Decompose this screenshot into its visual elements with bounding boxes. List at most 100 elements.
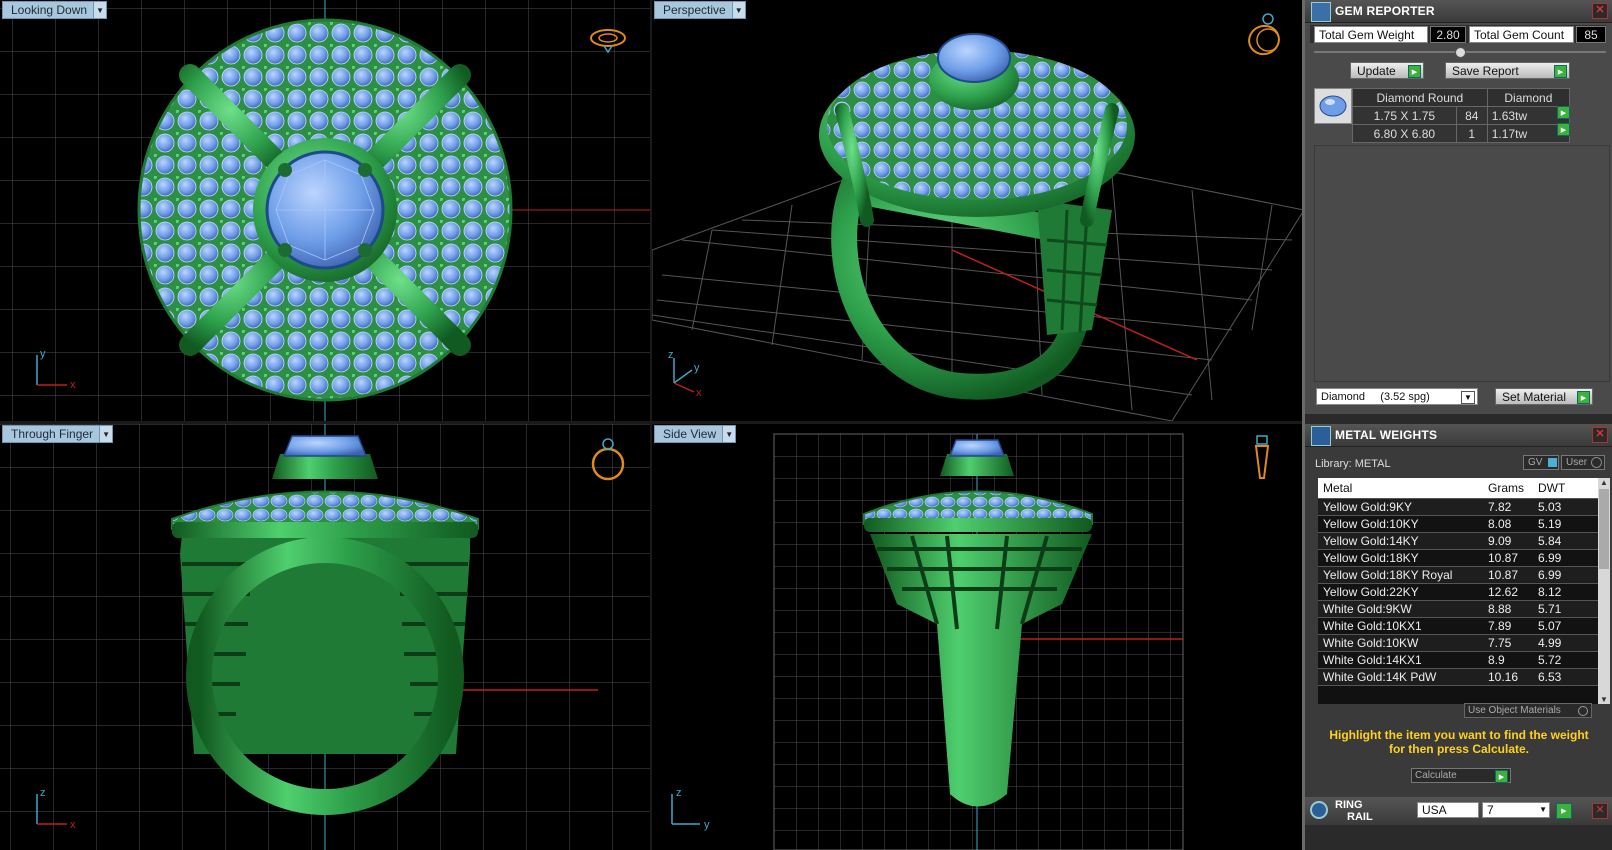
- update-button[interactable]: Update ▶: [1350, 62, 1424, 79]
- table-row[interactable]: Yellow Gold:18KY 10.87 6.99: [1318, 549, 1598, 567]
- table-row[interactable]: 6.80 X 6.80 1 1.17tw: [1352, 124, 1571, 143]
- viewport-through-finger[interactable]: z x Through Finger ▼: [0, 424, 650, 850]
- play-icon[interactable]: ▶: [1557, 106, 1570, 119]
- update-label: Update: [1357, 63, 1396, 78]
- metal-metal: Yellow Gold:9KY: [1318, 498, 1483, 516]
- set-material-button[interactable]: Set Material ▶: [1495, 388, 1593, 405]
- close-icon[interactable]: ✕: [1592, 427, 1608, 443]
- side-view-scene[interactable]: z y: [652, 424, 1304, 850]
- table-row[interactable]: 1.75 X 1.75 84 1.63tw: [1352, 106, 1571, 125]
- metal-dwt: 5.84: [1533, 532, 1598, 550]
- metal-dwt: 6.53: [1533, 668, 1598, 686]
- gem-slider-handle[interactable]: [1455, 47, 1466, 58]
- chevron-down-icon[interactable]: ▼: [1539, 805, 1547, 814]
- svg-text:x: x: [70, 819, 76, 831]
- svg-text:z: z: [40, 787, 46, 799]
- user-toggle[interactable]: User: [1561, 455, 1605, 470]
- metal-grams: 10.16: [1483, 668, 1533, 686]
- metal-table-scrollbar[interactable]: ▲ ▼: [1598, 478, 1610, 704]
- table-row[interactable]: Yellow Gold:9KY 7.82 5.03: [1318, 498, 1598, 516]
- country-input[interactable]: USA: [1417, 802, 1479, 818]
- table-row[interactable]: White Gold:9KW 8.88 5.71: [1318, 600, 1598, 618]
- looking-down-scene[interactable]: y x: [0, 0, 650, 421]
- close-icon[interactable]: ✕: [1592, 803, 1608, 819]
- metal-weights-header: METAL WEIGHTS ✕: [1305, 424, 1612, 447]
- viewport-looking-down[interactable]: y x Looking Down ▼: [0, 0, 650, 421]
- panel-divider[interactable]: [1302, 0, 1305, 850]
- scrollbar-thumb[interactable]: [1599, 489, 1609, 569]
- metal-dwt: 6.99: [1533, 549, 1598, 567]
- chevron-down-icon[interactable]: ▼: [1461, 391, 1475, 404]
- perspective-scene[interactable]: z y x: [652, 0, 1304, 421]
- metal-grams: 7.89: [1483, 617, 1533, 635]
- calculate-label: Calculate: [1415, 770, 1457, 781]
- metal-grams: 8.9: [1483, 651, 1533, 669]
- metal-metal: Yellow Gold:18KY Royal: [1318, 566, 1483, 584]
- chevron-down-icon[interactable]: ▼: [731, 2, 745, 18]
- ring-orientation-icon: [1248, 13, 1280, 56]
- table-row[interactable]: White Gold:10KW 7.75 4.99: [1318, 634, 1598, 652]
- metal-col-header: DWT: [1533, 478, 1598, 499]
- viewport-label-side-view[interactable]: Side View ▼: [654, 425, 737, 443]
- metal-col-header: Grams: [1483, 478, 1533, 499]
- metal-grams: 10.87: [1483, 549, 1533, 567]
- use-object-materials-label: Use Object Materials: [1468, 705, 1561, 716]
- calculate-button[interactable]: Calculate ▶: [1411, 768, 1511, 783]
- metal-metal: Yellow Gold:18KY: [1318, 549, 1483, 567]
- gem-size: 6.80 X 6.80: [1352, 124, 1457, 143]
- toggle-icon: [1591, 457, 1603, 468]
- viewport-title: Looking Down: [11, 3, 88, 17]
- user-label: User: [1566, 457, 1588, 468]
- chevron-down-icon[interactable]: ▼: [722, 426, 736, 442]
- svg-text:x: x: [70, 379, 76, 391]
- material-select[interactable]: Diamond (3.52 spg) ▼: [1316, 388, 1478, 405]
- chevron-down-icon[interactable]: ▼: [93, 2, 107, 18]
- viewport-perspective[interactable]: z y x Perspective ▼: [652, 0, 1304, 421]
- gem-size: 1.75 X 1.75: [1352, 106, 1457, 125]
- metal-dwt: 4.99: [1533, 634, 1598, 652]
- table-row[interactable]: White Gold:14K PdW 10.16 6.53: [1318, 668, 1598, 686]
- gem-reporter-header: GEM REPORTER ✕: [1305, 0, 1612, 23]
- save-report-button[interactable]: Save Report ▶: [1445, 62, 1570, 79]
- table-row[interactable]: Yellow Gold:14KY 9.09 5.84: [1318, 532, 1598, 550]
- gem-table: Diamond Round Diamond 1.75 X 1.75 84 1.6…: [1352, 88, 1571, 143]
- metal-metal: White Gold:9KW: [1318, 600, 1483, 618]
- set-material-label: Set Material: [1502, 389, 1567, 404]
- table-row[interactable]: Yellow Gold:18KY Royal 10.87 6.99: [1318, 566, 1598, 584]
- use-object-materials-toggle[interactable]: Use Object Materials: [1464, 703, 1592, 718]
- chevron-down-icon[interactable]: ▼: [1598, 695, 1610, 704]
- ring-rail-title-line2: RAIL: [1347, 811, 1373, 823]
- metal-grams: 12.62: [1483, 583, 1533, 601]
- library-label: Library: METAL: [1315, 458, 1391, 470]
- chevron-down-icon[interactable]: ▼: [99, 426, 113, 442]
- chevron-up-icon[interactable]: ▲: [1598, 478, 1610, 487]
- play-icon[interactable]: ▶: [1557, 123, 1570, 136]
- toggle-icon: [1578, 705, 1588, 716]
- metal-table-container[interactable]: Metal Grams DWT Yellow Gold:9KY 7.82 5.03 Y…: [1318, 478, 1598, 704]
- metal-grams: 8.88: [1483, 600, 1533, 618]
- metal-metal: White Gold:14KX1: [1318, 651, 1483, 669]
- through-finger-scene[interactable]: z x: [0, 424, 650, 850]
- gem-col-header: Diamond Round: [1352, 88, 1488, 107]
- close-icon[interactable]: ✕: [1592, 3, 1608, 19]
- gem-icon: [1311, 2, 1331, 22]
- save-report-label: Save Report: [1452, 63, 1519, 78]
- gv-toggle[interactable]: GV: [1523, 455, 1559, 470]
- metal-weights-panel: METAL WEIGHTS ✕ Library: METAL GV User M…: [1305, 424, 1612, 797]
- viewport-label-perspective[interactable]: Perspective ▼: [654, 1, 746, 19]
- table-row[interactable]: Yellow Gold:10KY 8.08 5.19: [1318, 515, 1598, 533]
- metal-metal: White Gold:10KX1: [1318, 617, 1483, 635]
- table-row[interactable]: Yellow Gold:22KY 12.62 8.12: [1318, 583, 1598, 601]
- viewport-label-through-finger[interactable]: Through Finger ▼: [2, 425, 114, 443]
- panel-title: GEM REPORTER: [1335, 4, 1435, 18]
- gem-count: 1: [1455, 124, 1488, 143]
- ring-size-select[interactable]: 7 ▼: [1482, 802, 1550, 818]
- ring-rail-panel: RING RAIL USA 7 ▼ ▶ ✕: [1305, 797, 1612, 825]
- play-icon[interactable]: ▶: [1556, 803, 1572, 819]
- metal-dwt: 5.07: [1533, 617, 1598, 635]
- table-row[interactable]: White Gold:10KX1 7.89 5.07: [1318, 617, 1598, 635]
- viewport-side-view[interactable]: z y Side View ▼: [652, 424, 1304, 850]
- total-weight-value: 2.80: [1430, 26, 1466, 43]
- viewport-label-looking-down[interactable]: Looking Down ▼: [2, 1, 108, 19]
- table-row[interactable]: White Gold:14KX1 8.9 5.72: [1318, 651, 1598, 669]
